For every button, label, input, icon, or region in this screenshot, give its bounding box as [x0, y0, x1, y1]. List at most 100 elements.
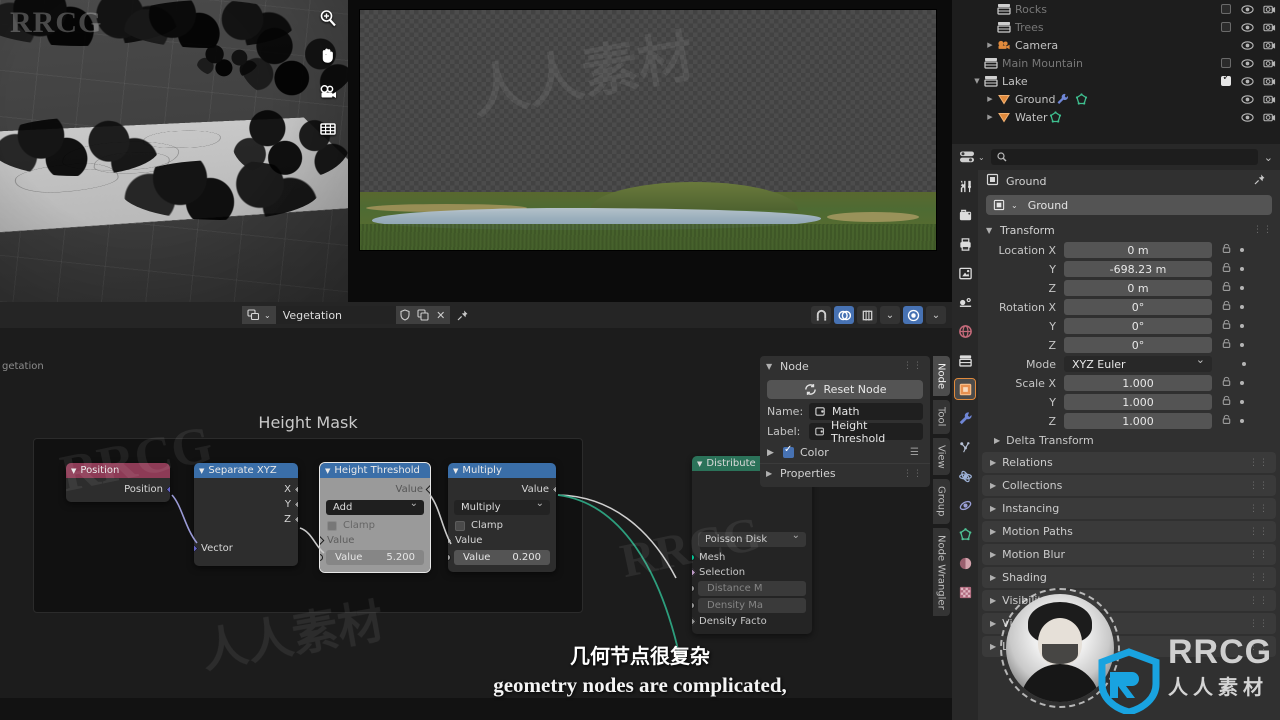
- mul-input-value-row[interactable]: Value: [448, 533, 556, 548]
- camera-render-icon[interactable]: [1263, 3, 1276, 16]
- outliner-row-trees[interactable]: Trees: [952, 18, 1280, 36]
- drag-handle-icon[interactable]: ⋮⋮: [1249, 573, 1269, 583]
- properties-tab-column[interactable]: [952, 170, 978, 720]
- mul-value-field[interactable]: Value 0.200: [454, 550, 550, 565]
- node-header-toggles[interactable]: ⌄ ⌄: [811, 306, 946, 324]
- snap-magnet-icon[interactable]: [811, 306, 831, 324]
- node-name-row[interactable]: Name: Math: [767, 403, 923, 420]
- disclosure-triangle[interactable]: ▶: [984, 95, 996, 103]
- mul-clamp-checkbox[interactable]: [455, 520, 465, 531]
- transform-field-0[interactable]: Location X 0 m: [978, 241, 1280, 259]
- distribute-distance-socket[interactable]: [692, 585, 695, 592]
- outliner-checkbox[interactable]: [1219, 57, 1232, 70]
- geometry-node-editor[interactable]: ⌄ Vegetation ✕ ⌄ ⌄ getation Height Mask …: [0, 302, 952, 698]
- properties-tab-collection[interactable]: [955, 350, 975, 370]
- fake-user-shield-icon[interactable]: [395, 306, 414, 324]
- overlays-icon[interactable]: [834, 306, 854, 324]
- duplicate-icon[interactable]: [413, 306, 432, 324]
- separate-out-x[interactable]: X: [194, 482, 298, 497]
- outliner-row-toggles[interactable]: [1219, 0, 1276, 18]
- node-properties-section[interactable]: ▶ Properties ⋮⋮: [760, 463, 930, 483]
- lock-icon[interactable]: [1221, 376, 1232, 390]
- scale-field-1-locks[interactable]: [1212, 395, 1244, 409]
- outliner-checkbox[interactable]: [1219, 21, 1232, 34]
- multiply-header[interactable]: ▼ Multiply: [448, 463, 556, 478]
- lock-icon[interactable]: [1221, 300, 1232, 314]
- ht-clamp-row[interactable]: Clamp: [320, 518, 430, 533]
- node-sidebar-tab-node[interactable]: Node: [932, 356, 950, 397]
- separate-xyz-header[interactable]: ▼ Separate XYZ: [194, 463, 298, 478]
- distribute-distance-field[interactable]: Distance M: [698, 581, 806, 596]
- distribute-in-distance-min[interactable]: Distance M: [692, 580, 812, 597]
- animate-dot-icon[interactable]: [1240, 286, 1244, 290]
- properties-tab-view-layer[interactable]: [955, 263, 975, 283]
- unlink-close-icon[interactable]: ✕: [431, 306, 450, 324]
- camera-render-icon[interactable]: [1263, 93, 1276, 106]
- lock-icon[interactable]: [1221, 262, 1232, 276]
- multiply-node[interactable]: ▼ Multiply Value Multiply Clamp Value: [448, 463, 556, 572]
- mul-value-field-row[interactable]: Value 0.200: [448, 548, 556, 567]
- properties-tab-object-data[interactable]: [955, 524, 975, 544]
- position-node-header[interactable]: ▼ Position: [66, 463, 170, 478]
- transform-field-4[interactable]: Y 0°: [978, 317, 1280, 335]
- outliner-row-toggles[interactable]: [1219, 108, 1276, 126]
- camera-render-icon[interactable]: [1263, 111, 1276, 124]
- lock-icon[interactable]: [1221, 319, 1232, 333]
- properties-tab-render[interactable]: [955, 205, 975, 225]
- properties-section-motion-blur[interactable]: ▶ Motion Blur ⋮⋮: [982, 544, 1276, 565]
- separate-out-z-socket[interactable]: [293, 514, 298, 525]
- chevron-right-icon[interactable]: ▶: [767, 448, 777, 458]
- animate-dot-icon[interactable]: [1240, 305, 1244, 309]
- drag-handle-icon[interactable]: ⋮⋮: [903, 469, 923, 479]
- height-threshold-header[interactable]: ▼ Height Threshold: [320, 463, 430, 478]
- mul-output-row[interactable]: Value: [448, 482, 556, 497]
- eye-icon[interactable]: [1241, 111, 1254, 124]
- distribute-densitymax-field[interactable]: Density Ma: [698, 598, 806, 613]
- outliner-row-toggles[interactable]: [1219, 72, 1276, 90]
- animate-dot-icon[interactable]: [1240, 324, 1244, 328]
- node-name-input[interactable]: Math: [809, 403, 923, 420]
- properties-tab-particles[interactable]: [955, 437, 975, 457]
- properties-tab-tool[interactable]: [955, 176, 975, 196]
- outliner-row-toggles[interactable]: [1219, 54, 1276, 72]
- snapping-dropdown[interactable]: ⌄: [880, 306, 900, 324]
- mul-clamp-row[interactable]: Clamp: [448, 518, 556, 533]
- node-label-row[interactable]: Label: Height Threshold: [767, 419, 923, 445]
- object-id-field[interactable]: ⌄ Ground: [986, 195, 1272, 215]
- ht-clamp-checkbox[interactable]: [327, 520, 337, 531]
- transform-field-0-locks[interactable]: [1212, 243, 1244, 257]
- ht-value-field[interactable]: Value 5.200: [326, 550, 424, 565]
- outliner-checkbox[interactable]: [1219, 73, 1232, 88]
- distribute-method-dropdown[interactable]: Poisson Disk: [698, 530, 806, 547]
- lock-icon[interactable]: [1221, 395, 1232, 409]
- node-sidebar-tab-node-wrangler[interactable]: Node Wrangler: [932, 527, 950, 617]
- transform-field-0-value[interactable]: 0 m: [1064, 242, 1212, 258]
- transform-panel-header[interactable]: ▼ Transform ⋮⋮: [978, 220, 1280, 240]
- node-color-checkbox[interactable]: ✓: [783, 444, 794, 458]
- mul-output-socket[interactable]: [551, 484, 556, 495]
- render-result-window[interactable]: [348, 0, 952, 302]
- outliner-row-toggles[interactable]: [1219, 36, 1276, 54]
- 3d-viewport[interactable]: RRCG: [0, 0, 348, 302]
- scale-field-2-value[interactable]: 1.000: [1064, 413, 1212, 429]
- ht-output-socket[interactable]: [425, 484, 430, 495]
- ht-input-socket[interactable]: [320, 535, 325, 546]
- ht-input-value-row[interactable]: Value: [320, 533, 430, 548]
- drag-handle-icon[interactable]: ⋮⋮: [1253, 225, 1273, 235]
- eye-icon[interactable]: [1241, 3, 1254, 16]
- transform-field-3[interactable]: Rotation X 0°: [978, 298, 1280, 316]
- lock-icon[interactable]: [1221, 243, 1232, 257]
- distribute-densityfactor-socket[interactable]: [692, 616, 697, 627]
- node-sidebar-panel[interactable]: ▼ Node ⋮⋮ Reset Node Name: Math Label: H…: [760, 356, 930, 487]
- lock-icon[interactable]: [1221, 414, 1232, 428]
- properties-section-motion-paths[interactable]: ▶ Motion Paths ⋮⋮: [982, 521, 1276, 542]
- transform-field-3-value[interactable]: 0°: [1064, 299, 1212, 315]
- separate-out-y[interactable]: Y: [194, 497, 298, 512]
- hand-pan-icon[interactable]: [316, 43, 340, 67]
- drag-handle-icon[interactable]: ⋮⋮: [1249, 481, 1269, 491]
- outliner-row-camera[interactable]: ▶ Camera: [952, 36, 1280, 54]
- distribute-in-selection[interactable]: Selection: [692, 565, 812, 580]
- properties-section-collections[interactable]: ▶ Collections ⋮⋮: [982, 475, 1276, 496]
- camera-render-icon[interactable]: [1263, 75, 1276, 88]
- animate-dot-icon[interactable]: [1240, 400, 1244, 404]
